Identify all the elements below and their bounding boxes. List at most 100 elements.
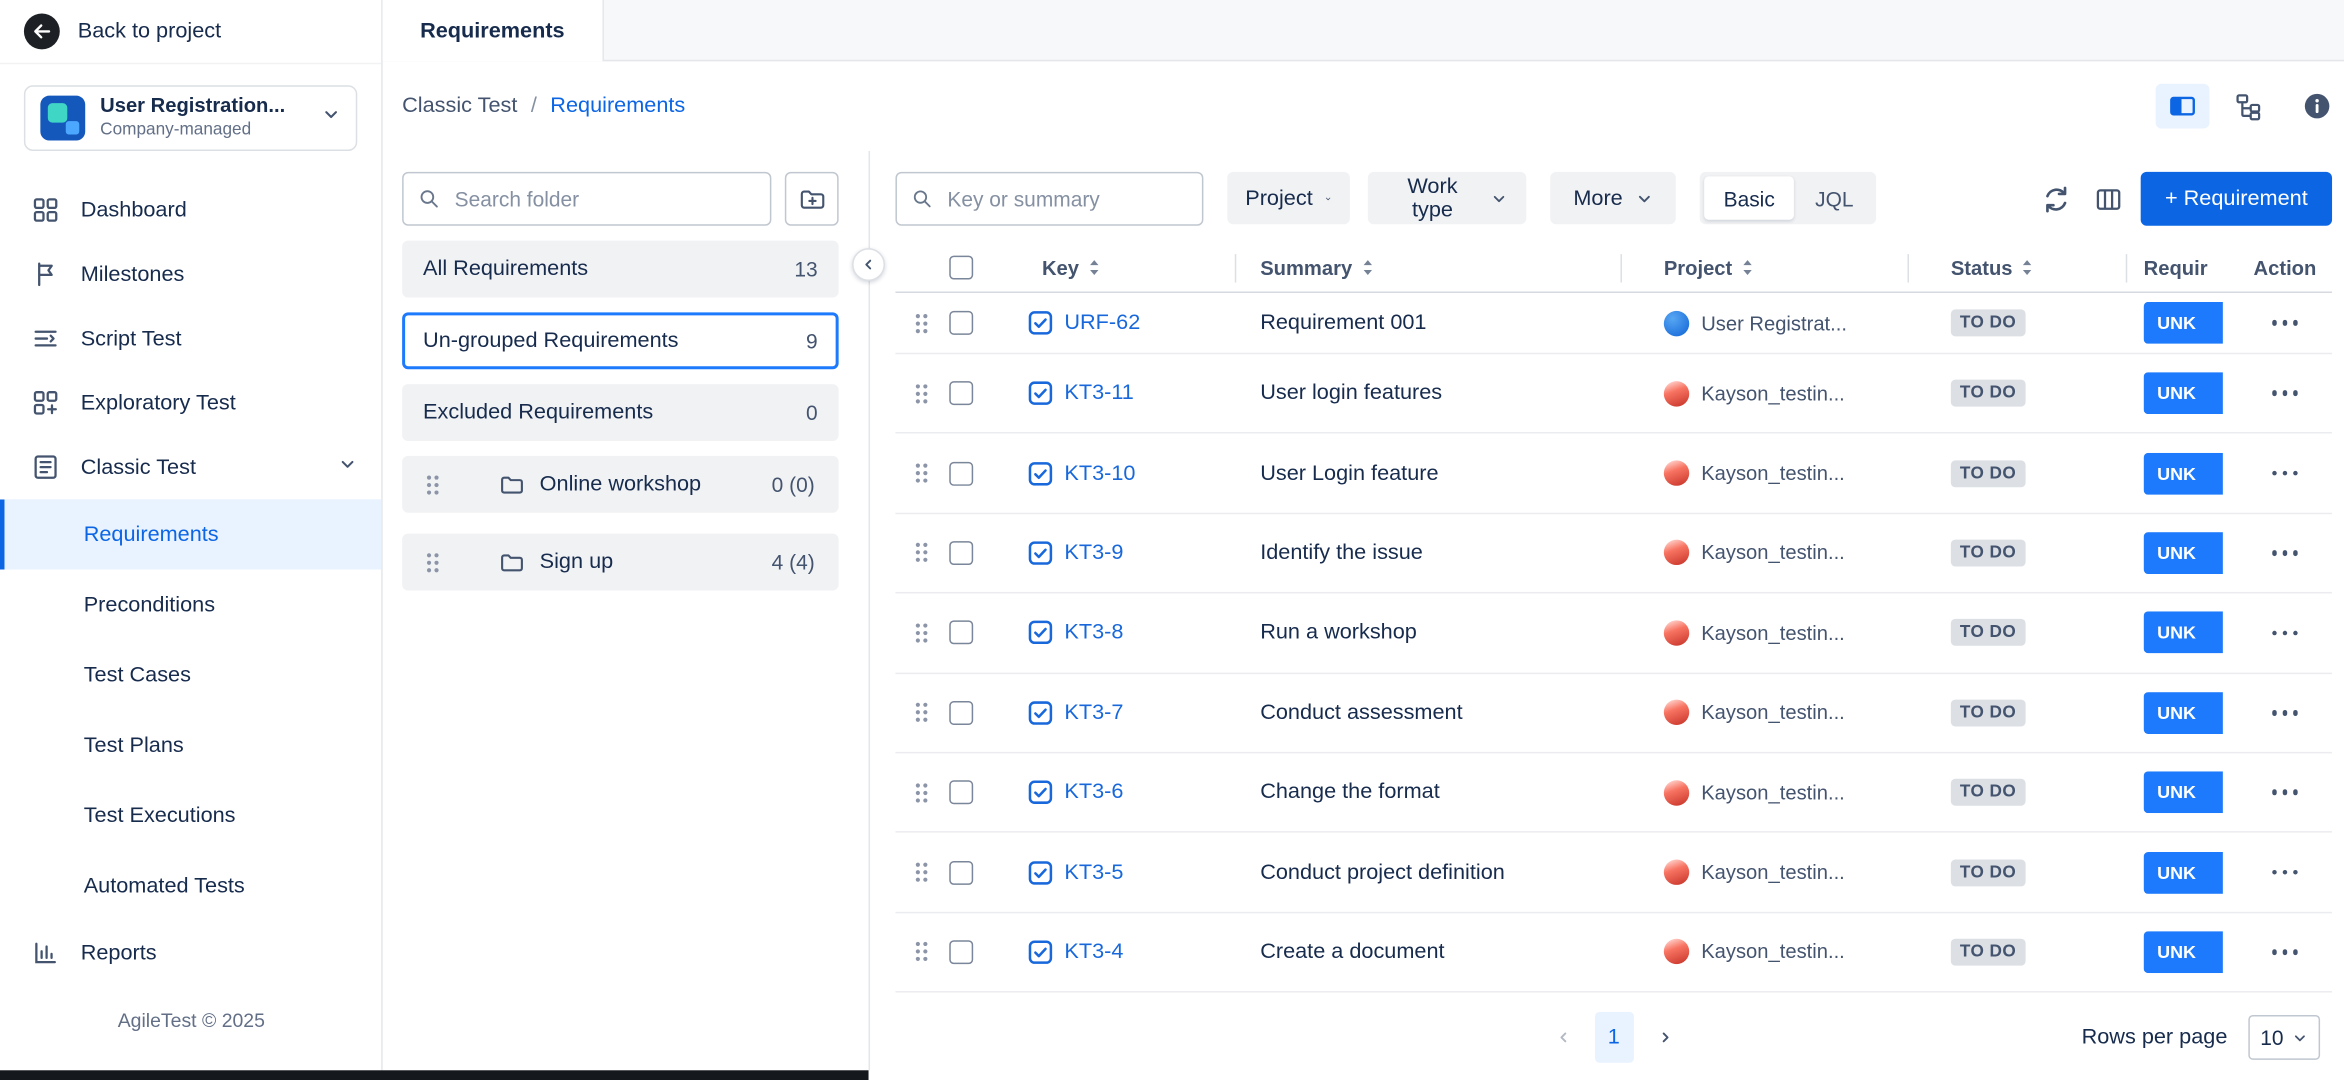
row-actions-button[interactable]: [2260, 455, 2311, 491]
row-key-link[interactable]: KT3-11: [1064, 381, 1133, 405]
select-all-checkbox[interactable]: [949, 256, 973, 280]
row-key-link[interactable]: URF-62: [1064, 311, 1140, 335]
row-key-link[interactable]: KT3-8: [1064, 621, 1123, 645]
status-badge[interactable]: TO DO: [1951, 460, 2025, 487]
sidebar-item-preconditions[interactable]: Preconditions: [0, 570, 381, 640]
drag-handle[interactable]: [895, 622, 949, 644]
row-checkbox[interactable]: [949, 461, 973, 485]
status-badge[interactable]: TO DO: [1951, 380, 2025, 407]
folder-item-sign-up[interactable]: Sign up 4 (4): [402, 534, 839, 591]
work-type-filter-button[interactable]: Work type: [1368, 172, 1526, 224]
row-actions-button[interactable]: [2260, 934, 2311, 970]
info-button[interactable]: [2302, 91, 2332, 121]
row-actions-button[interactable]: [2260, 375, 2311, 411]
sort-icon[interactable]: [1361, 259, 1373, 277]
sidebar-item-requirements[interactable]: Requirements: [0, 499, 381, 569]
sort-icon[interactable]: [1088, 259, 1100, 277]
requirement-status-button[interactable]: UNK: [2144, 772, 2223, 814]
status-badge[interactable]: TO DO: [1951, 619, 2025, 646]
requirement-status-button[interactable]: UNK: [2144, 302, 2223, 344]
column-header-key[interactable]: Key: [1042, 256, 1079, 278]
sidebar-item-milestones[interactable]: Milestones: [0, 242, 381, 306]
drag-handle[interactable]: [895, 701, 949, 723]
row-actions-button[interactable]: [2260, 775, 2311, 811]
requirement-status-button[interactable]: UNK: [2144, 851, 2223, 893]
project-filter-button[interactable]: Project: [1227, 172, 1350, 224]
sort-icon[interactable]: [1741, 259, 1753, 277]
sidebar-item-test-plans[interactable]: Test Plans: [0, 710, 381, 780]
sidebar-item-test-executions[interactable]: Test Executions: [0, 780, 381, 850]
sidebar-item-exploratory-test[interactable]: Exploratory Test: [0, 371, 381, 435]
table-search-input[interactable]: [944, 185, 1187, 212]
mode-basic[interactable]: Basic: [1704, 176, 1794, 219]
requirement-status-button[interactable]: UNK: [2144, 532, 2223, 574]
status-badge[interactable]: TO DO: [1951, 859, 2025, 886]
column-header-status[interactable]: Status: [1951, 256, 2013, 278]
tab-requirements[interactable]: Requirements: [383, 0, 604, 61]
row-checkbox[interactable]: [949, 940, 973, 964]
tree-view-button[interactable]: [2221, 84, 2275, 129]
row-checkbox[interactable]: [949, 381, 973, 405]
filter-excluded-requirements[interactable]: Excluded Requirements 0: [402, 384, 839, 441]
row-checkbox[interactable]: [949, 780, 973, 804]
mode-jql[interactable]: JQL: [1797, 186, 1871, 210]
collapse-panel-button[interactable]: [852, 248, 885, 281]
row-checkbox[interactable]: [949, 541, 973, 565]
row-key-link[interactable]: KT3-10: [1064, 461, 1135, 485]
split-view-button[interactable]: [2156, 84, 2210, 129]
sidebar-item-dashboard[interactable]: Dashboard: [0, 178, 381, 242]
row-key-link[interactable]: KT3-6: [1064, 780, 1123, 804]
sidebar-item-reports[interactable]: Reports: [0, 921, 381, 985]
project-selector[interactable]: User Registration... Company-managed: [24, 85, 357, 151]
back-to-project-button[interactable]: Back to project: [0, 0, 381, 64]
drag-handle[interactable]: [895, 382, 949, 404]
row-actions-button[interactable]: [2260, 535, 2311, 571]
row-key-link[interactable]: KT3-5: [1064, 860, 1123, 884]
requirement-status-button[interactable]: UNK: [2144, 372, 2223, 414]
status-badge[interactable]: TO DO: [1951, 939, 2025, 966]
add-requirement-button[interactable]: + Requirement: [2141, 172, 2332, 226]
more-filter-button[interactable]: More: [1550, 172, 1676, 224]
next-page-button[interactable]: [1645, 1012, 1684, 1063]
drag-handle[interactable]: [895, 781, 949, 803]
row-key-link[interactable]: KT3-4: [1064, 940, 1123, 964]
row-actions-button[interactable]: [2260, 305, 2311, 341]
column-header-summary[interactable]: Summary: [1260, 256, 1352, 278]
requirement-status-button[interactable]: UNK: [2144, 452, 2223, 494]
row-key-link[interactable]: KT3-7: [1064, 701, 1123, 725]
status-badge[interactable]: TO DO: [1951, 540, 2025, 567]
prev-page-button[interactable]: [1543, 1012, 1582, 1063]
columns-button[interactable]: [2090, 181, 2126, 217]
row-checkbox[interactable]: [949, 311, 973, 335]
status-badge[interactable]: TO DO: [1951, 309, 2025, 336]
breadcrumb-parent[interactable]: Classic Test: [402, 94, 517, 118]
requirement-status-button[interactable]: UNK: [2144, 931, 2223, 973]
add-folder-button[interactable]: [785, 172, 839, 226]
drag-handle[interactable]: [895, 542, 949, 564]
status-badge[interactable]: TO DO: [1951, 699, 2025, 726]
drag-handle[interactable]: [895, 462, 949, 484]
refresh-button[interactable]: [2038, 181, 2074, 217]
sidebar-item-script-test[interactable]: Script Test: [0, 306, 381, 370]
row-actions-button[interactable]: [2260, 615, 2311, 651]
row-checkbox[interactable]: [949, 701, 973, 725]
row-actions-button[interactable]: [2260, 854, 2311, 890]
rows-per-page-select[interactable]: 10: [2248, 1015, 2320, 1060]
row-checkbox[interactable]: [949, 860, 973, 884]
sidebar-item-classic-test[interactable]: Classic Test: [0, 435, 381, 499]
row-actions-button[interactable]: [2260, 695, 2311, 731]
sort-icon[interactable]: [2022, 259, 2034, 277]
drag-handle[interactable]: [895, 941, 949, 963]
status-badge[interactable]: TO DO: [1951, 779, 2025, 806]
requirement-status-button[interactable]: UNK: [2144, 612, 2223, 654]
drag-handle[interactable]: [895, 312, 949, 334]
current-page-button[interactable]: 1: [1594, 1012, 1633, 1063]
breadcrumb-current[interactable]: Requirements: [550, 94, 685, 118]
row-key-link[interactable]: KT3-9: [1064, 541, 1123, 565]
sidebar-item-automated-tests[interactable]: Automated Tests: [0, 851, 381, 921]
drag-handle[interactable]: [895, 861, 949, 883]
row-checkbox[interactable]: [949, 621, 973, 645]
column-header-requirement-status[interactable]: Requir: [2144, 256, 2208, 278]
column-header-project[interactable]: Project: [1664, 256, 1732, 278]
filter-ungrouped-requirements[interactable]: Un-grouped Requirements 9: [402, 312, 839, 369]
